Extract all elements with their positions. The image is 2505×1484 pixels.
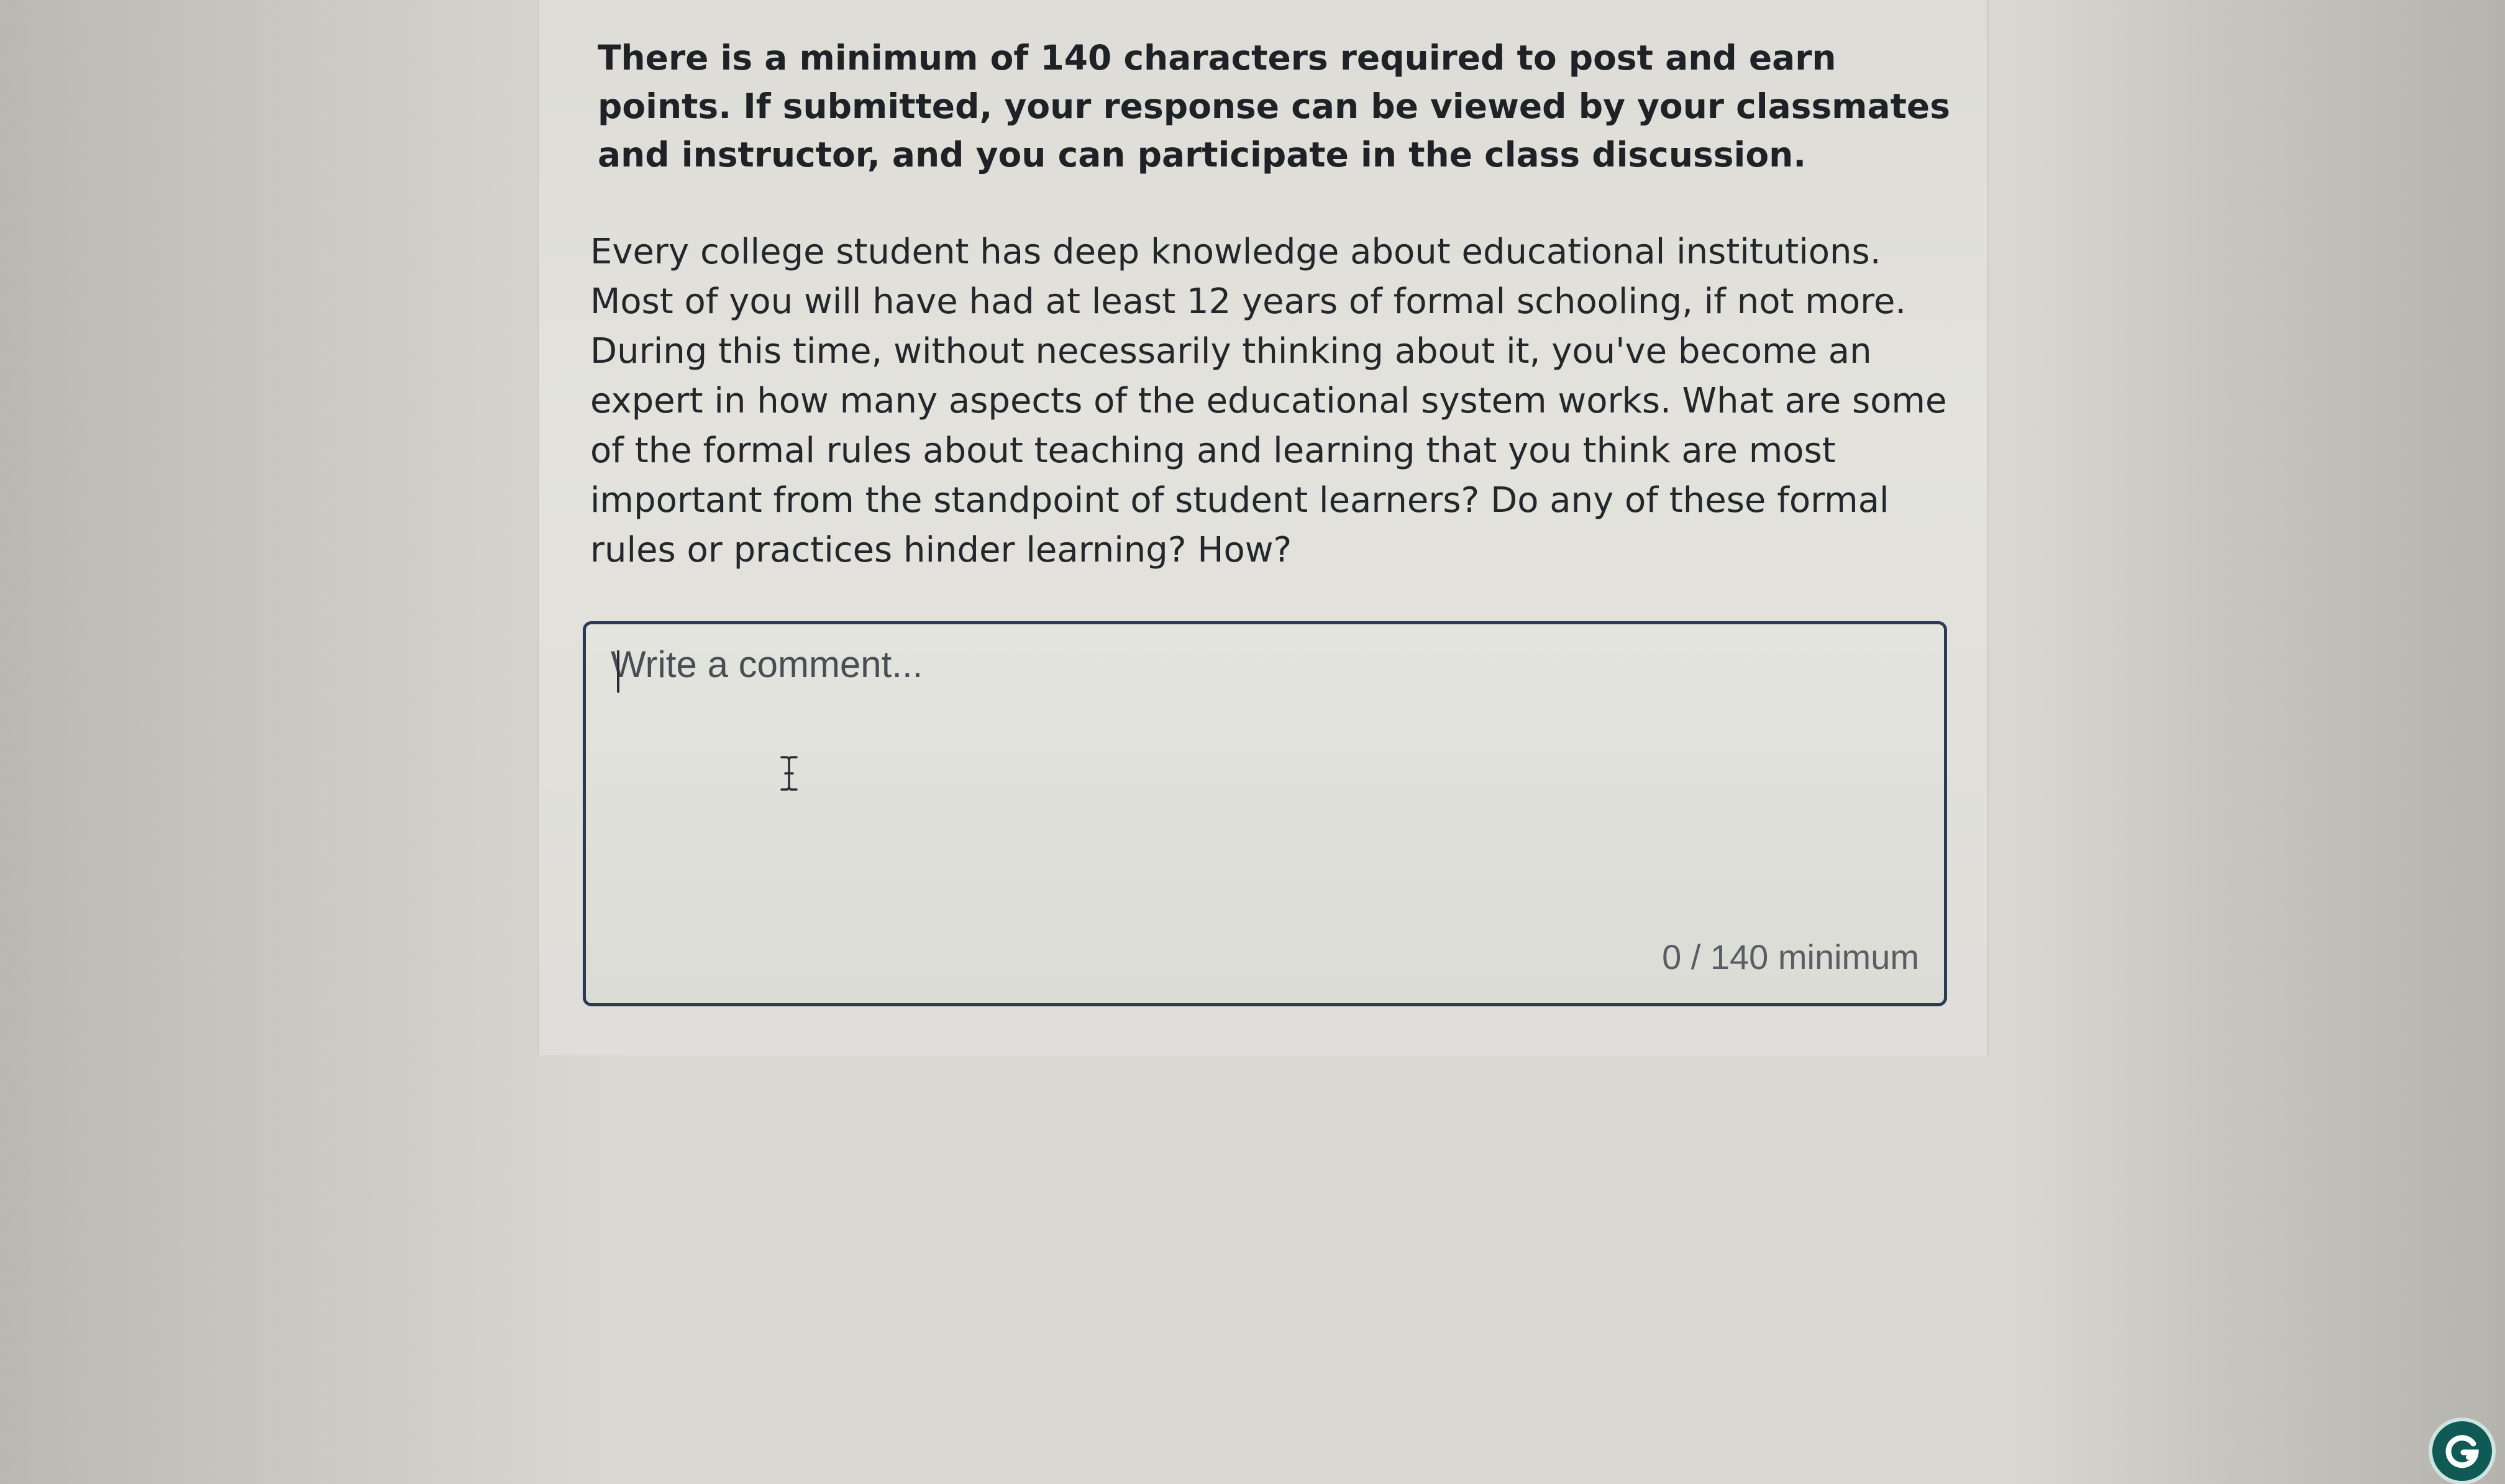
discussion-prompt: Every college student has deep knowledge… [590,232,1947,570]
character-counter: 0 / 140 minimum [1662,937,1919,976]
comment-box[interactable]: 0 / 140 minimum [583,621,2492,1481]
i-beam-cursor-icon [777,755,801,792]
grammarly-g-icon[interactable] [2432,1421,2492,1481]
comment-input[interactable] [611,643,1915,829]
posting-requirement-notice: There is a minimum of 140 characters req… [598,38,1950,175]
text-caret [617,650,619,693]
